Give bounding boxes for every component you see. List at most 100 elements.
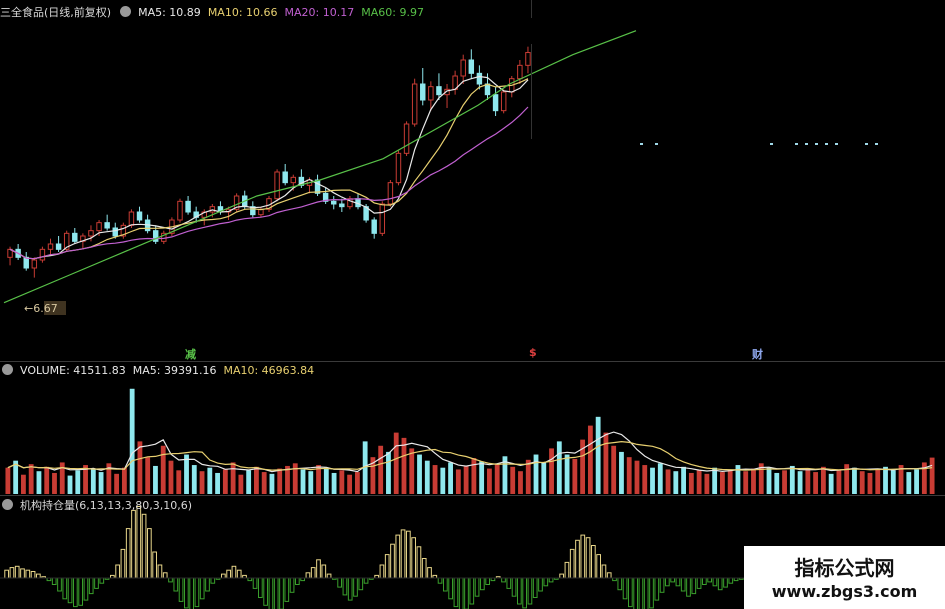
marker-finance[interactable]: 财 <box>752 346 763 362</box>
indicator-bar <box>696 577 702 589</box>
volume-bar <box>611 445 617 494</box>
indicator-bar <box>326 573 332 579</box>
indicator-bar <box>205 577 210 592</box>
indicator-bar <box>173 577 179 592</box>
ma5-line <box>9 75 529 260</box>
indicator-bar <box>638 577 644 609</box>
indicator-bar <box>279 577 284 609</box>
indicator-bar <box>168 577 173 583</box>
indicator-bar <box>400 529 406 579</box>
panel-separator <box>0 361 945 362</box>
volume-bar <box>471 458 477 494</box>
indicator-bar <box>395 534 401 579</box>
stock-title: 三全食品(日线,前复权) <box>0 6 112 19</box>
volume-bar <box>145 457 151 494</box>
indicator-bar <box>474 577 480 597</box>
indicator-bar <box>337 577 342 588</box>
future-tick <box>875 143 878 145</box>
indicator-bar <box>131 509 136 579</box>
indicator-bar <box>527 577 533 605</box>
volume-bar <box>727 469 733 494</box>
indicator-bar <box>448 577 453 600</box>
collapse-icon[interactable] <box>120 6 132 17</box>
indicator-bar <box>585 537 591 579</box>
candle-body <box>31 259 38 269</box>
volume-bar <box>308 471 314 494</box>
marker-dollar[interactable]: $ <box>529 346 537 359</box>
volume-bar <box>199 471 205 494</box>
watermark-title: 指标公式网 <box>794 556 895 580</box>
indicator-bar <box>622 577 628 600</box>
volume-bar <box>261 472 267 494</box>
candle-body <box>460 59 466 77</box>
candle-body <box>436 86 442 96</box>
ma5-label: MA5: 10.89 <box>138 6 201 19</box>
indicator-bar <box>353 577 358 597</box>
indicator-bar <box>236 569 242 579</box>
volume-bar <box>487 468 492 494</box>
collapse-icon[interactable] <box>2 499 13 510</box>
volume-bar <box>448 462 453 494</box>
volume-bar <box>650 467 655 494</box>
indicator-bar <box>4 569 9 579</box>
indicator-bar <box>25 569 31 579</box>
future-tick <box>835 143 838 145</box>
volume-bar <box>300 469 306 494</box>
volume-bar <box>121 467 127 494</box>
volume-legend: VOLUME: 41511.83 MA5: 39391.16 MA10: 46963… <box>0 363 321 378</box>
volume-bar <box>657 463 663 494</box>
indicator-bar <box>189 577 194 609</box>
indicator-bar <box>649 577 654 609</box>
indicator-bar <box>580 534 586 579</box>
indicator-bar <box>543 577 549 587</box>
indicator-bar <box>532 577 538 598</box>
volume-bar <box>533 454 539 494</box>
indicator-bar <box>115 564 120 579</box>
volume-bar <box>525 459 531 494</box>
volume-bar <box>572 458 578 494</box>
volume-bar <box>21 474 26 494</box>
volume-bar <box>797 471 803 494</box>
indicator-bar <box>199 577 205 600</box>
volume-bar <box>890 470 896 494</box>
volume-bar <box>455 469 461 494</box>
indicator-bar <box>717 577 723 591</box>
collapse-icon[interactable] <box>2 364 13 375</box>
indicator-bar <box>67 577 73 604</box>
candle-body <box>112 227 118 237</box>
indicator-bar <box>643 577 649 609</box>
volume-bar <box>331 472 337 494</box>
volume-bar <box>766 467 772 494</box>
volume-bar <box>906 472 912 494</box>
indicator-bar <box>564 561 570 579</box>
volume-bar <box>518 471 523 494</box>
volume-bar <box>494 464 500 494</box>
candle-body <box>331 200 337 205</box>
indicator-bar <box>421 558 427 579</box>
volume-bar <box>479 461 485 494</box>
indicator-bar <box>654 577 660 601</box>
volume-bar <box>463 465 469 494</box>
indicator-bar <box>310 567 316 579</box>
indicator-bar <box>152 551 157 579</box>
indicator-bar <box>9 567 15 579</box>
candle-body <box>525 52 531 66</box>
indicator-bar <box>194 577 200 608</box>
indicator-bar <box>14 565 20 579</box>
indicator-bar <box>83 577 89 601</box>
volume-bar <box>789 465 795 494</box>
ma60-line <box>3 30 637 304</box>
candle-body <box>72 232 78 242</box>
volume-bar <box>378 445 384 494</box>
indicator-bar <box>120 548 126 579</box>
volume-bar <box>440 467 446 494</box>
indicator-bar <box>358 577 364 591</box>
volume-bar <box>417 454 422 494</box>
marker-reduce[interactable]: 减 <box>185 346 196 362</box>
volume-bar <box>44 466 50 494</box>
volume-bar <box>354 472 360 494</box>
volume-bar <box>774 472 780 494</box>
candle-body <box>387 182 394 205</box>
volume-bar <box>642 465 648 494</box>
volume-bar <box>743 471 749 494</box>
